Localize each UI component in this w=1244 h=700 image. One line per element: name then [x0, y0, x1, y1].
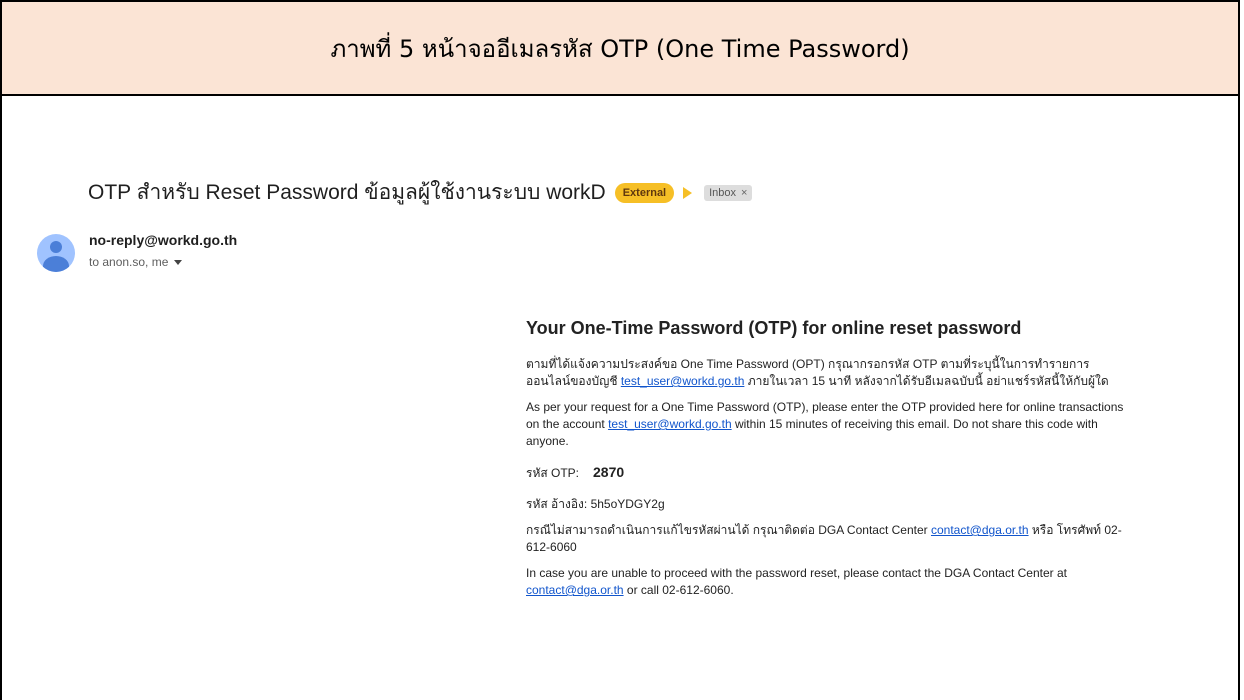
otp-code: 2870	[593, 464, 625, 480]
body-heading: Your One-Time Password (OTP) for online …	[526, 318, 1022, 338]
inbox-label-text: Inbox	[709, 186, 737, 199]
inbox-label[interactable]: Inbox ×	[704, 184, 753, 201]
english-paragraph-2: In case you are unable to proceed with t…	[526, 565, 1126, 599]
figure-caption: ภาพที่ 5 หน้าจออีเมลรหัส OTP (One Time P…	[2, 2, 1238, 96]
english-paragraph-2-tail: or call 02-612-6060.	[623, 583, 734, 597]
reference-code: 5h5oYDGY2g	[590, 497, 665, 511]
reference-label: รหัส อ้างอิง:	[526, 497, 588, 511]
thai-paragraph-2: กรณีไม่สามารถดำเนินการแก้ไขรหัสผ่านได้ ก…	[526, 522, 1126, 556]
english-paragraph-1: As per your request for a One Time Passw…	[526, 399, 1126, 450]
email-body: Your One-Time Password (OTP) for online …	[526, 316, 1126, 608]
external-badge: External	[614, 182, 675, 203]
account-email-link[interactable]: test_user@workd.go.th	[621, 374, 745, 388]
importance-marker-icon[interactable]	[683, 186, 693, 199]
english-paragraph-2-text: In case you are unable to proceed with t…	[526, 566, 1067, 580]
thai-paragraph-1-tail: ภายในเวลา 15 นาที หลังจากได้รับอีเมลฉบับ…	[744, 374, 1109, 388]
email-subject: OTP สำหรับ Reset Password ข้อมูลผู้ใช้งา…	[88, 181, 606, 204]
dga-contact-link[interactable]: contact@dga.or.th	[931, 523, 1029, 537]
sender-address[interactable]: no-reply@workd.go.th	[89, 232, 237, 248]
reference-line: รหัส อ้างอิง: 5h5oYDGY2g	[526, 496, 1126, 513]
avatar-head-shape	[50, 241, 62, 253]
thai-paragraph-2-text: กรณีไม่สามารถดำเนินการแก้ไขรหัสผ่านได้ ก…	[526, 523, 931, 537]
email-subject-row: OTP สำหรับ Reset Password ข้อมูลผู้ใช้งา…	[88, 176, 753, 209]
dga-contact-link-en[interactable]: contact@dga.or.th	[526, 583, 624, 597]
otp-line: รหัส OTP: 2870	[526, 464, 1126, 482]
recipients-line[interactable]: to anon.so, me	[89, 255, 183, 269]
account-email-link-en[interactable]: test_user@workd.go.th	[608, 417, 732, 431]
otp-label: รหัส OTP:	[526, 466, 580, 480]
person-avatar-icon[interactable]	[37, 234, 75, 272]
thai-paragraph-1: ตามที่ได้แจ้งความประสงค์ขอ One Time Pass…	[526, 356, 1126, 390]
remove-label-icon[interactable]: ×	[741, 187, 747, 199]
chevron-down-icon[interactable]	[174, 259, 183, 265]
recipients-text: to anon.so, me	[89, 255, 169, 269]
avatar-body-shape	[43, 256, 69, 272]
